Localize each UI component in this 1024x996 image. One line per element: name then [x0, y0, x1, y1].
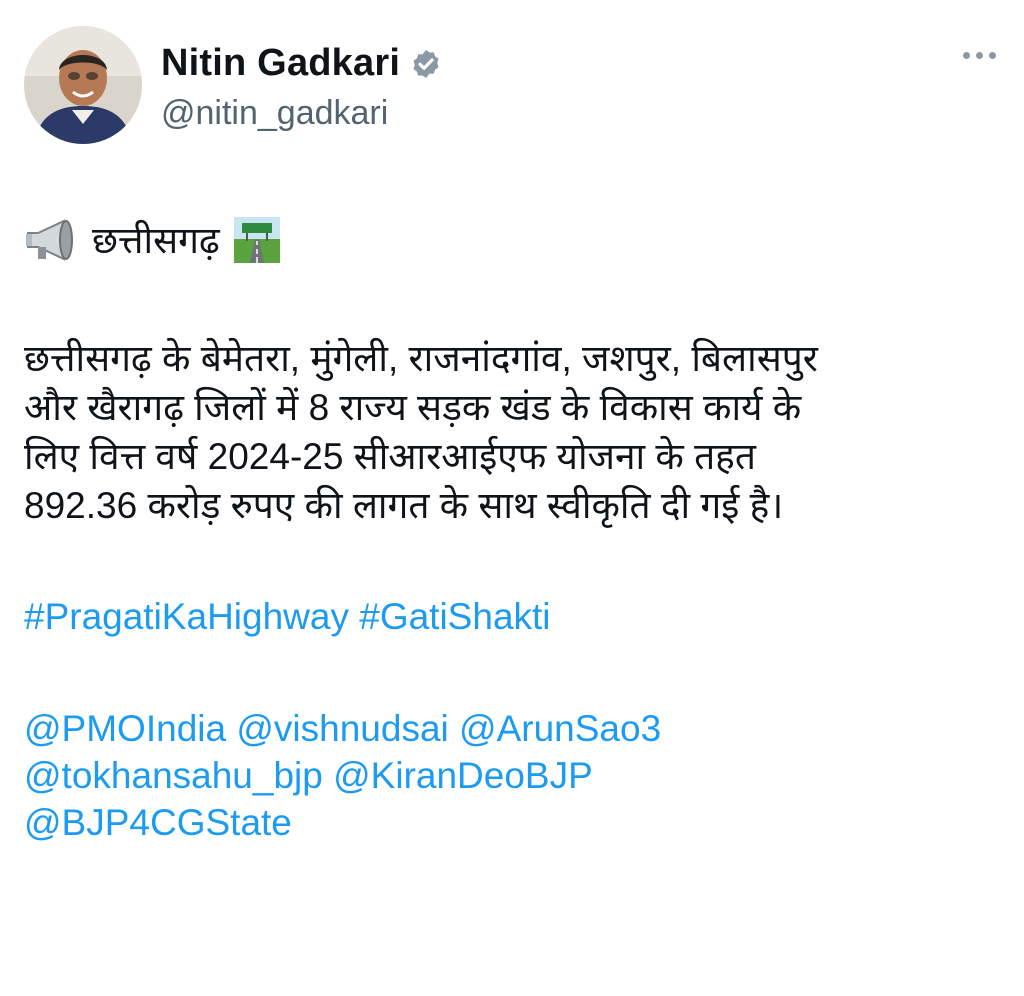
megaphone-icon	[24, 217, 80, 263]
avatar-image	[24, 26, 142, 144]
tweet-body: छत्तीसगढ़ छत्तीसगढ़ के बेमेतरा, मुंगेली,…	[24, 212, 1000, 846]
hashtag-link[interactable]: #GatiShakti	[359, 596, 550, 637]
tweet-header: Nitin Gadkari @nitin_gadkari	[24, 26, 1000, 146]
mentions-block: @PMOIndia @vishnudsai @ArunSao3 @tokhans…	[24, 705, 1000, 846]
paragraph-line: छत्तीसगढ़ के बेमेतरा, मुंगेली, राजनांदगा…	[24, 338, 818, 379]
verified-badge-icon	[410, 48, 442, 80]
dot	[989, 52, 996, 59]
mention-link[interactable]: @vishnudsai	[236, 708, 448, 749]
paragraph-line: और खैरागढ़ जिलों में 8 राज्य सड़क खंड के…	[24, 387, 802, 428]
tweet-heading-line: छत्तीसगढ़	[24, 212, 1000, 268]
tweet-paragraph: छत्तीसगढ़ के बेमेतरा, मुंगेली, राजनांदगा…	[24, 334, 1000, 530]
avatar[interactable]	[24, 26, 142, 144]
dot	[976, 52, 983, 59]
dot	[963, 52, 970, 59]
mention-line: @BJP4CGState	[24, 799, 1000, 846]
mention-link[interactable]: @KiranDeoBJP	[333, 755, 593, 796]
mention-line: @PMOIndia @vishnudsai @ArunSao3	[24, 705, 1000, 752]
tweet-heading: छत्तीसगढ़	[92, 219, 220, 261]
hashtag-line: #PragatiKaHighway #GatiShakti	[24, 592, 1000, 641]
hashtag-link[interactable]: #PragatiKaHighway	[24, 596, 349, 637]
name-row: Nitin Gadkari	[161, 42, 442, 85]
paragraph-line: लिए वित्त वर्ष 2024-25 सीआरआईएफ योजना के…	[24, 436, 756, 477]
more-options-icon[interactable]	[963, 52, 996, 59]
display-name[interactable]: Nitin Gadkari	[161, 42, 400, 85]
motorway-icon	[233, 217, 280, 263]
mention-link[interactable]: @PMOIndia	[24, 708, 226, 749]
paragraph-line: 892.36 करोड़ रुपए की लागत के साथ स्वीकृत…	[24, 485, 784, 526]
user-handle[interactable]: @nitin_gadkari	[161, 94, 388, 133]
mention-link[interactable]: @tokhansahu_bjp	[24, 755, 323, 796]
mention-link[interactable]: @ArunSao3	[459, 708, 661, 749]
mention-line: @tokhansahu_bjp @KiranDeoBJP	[24, 752, 1000, 799]
mention-link[interactable]: @BJP4CGState	[24, 802, 292, 843]
